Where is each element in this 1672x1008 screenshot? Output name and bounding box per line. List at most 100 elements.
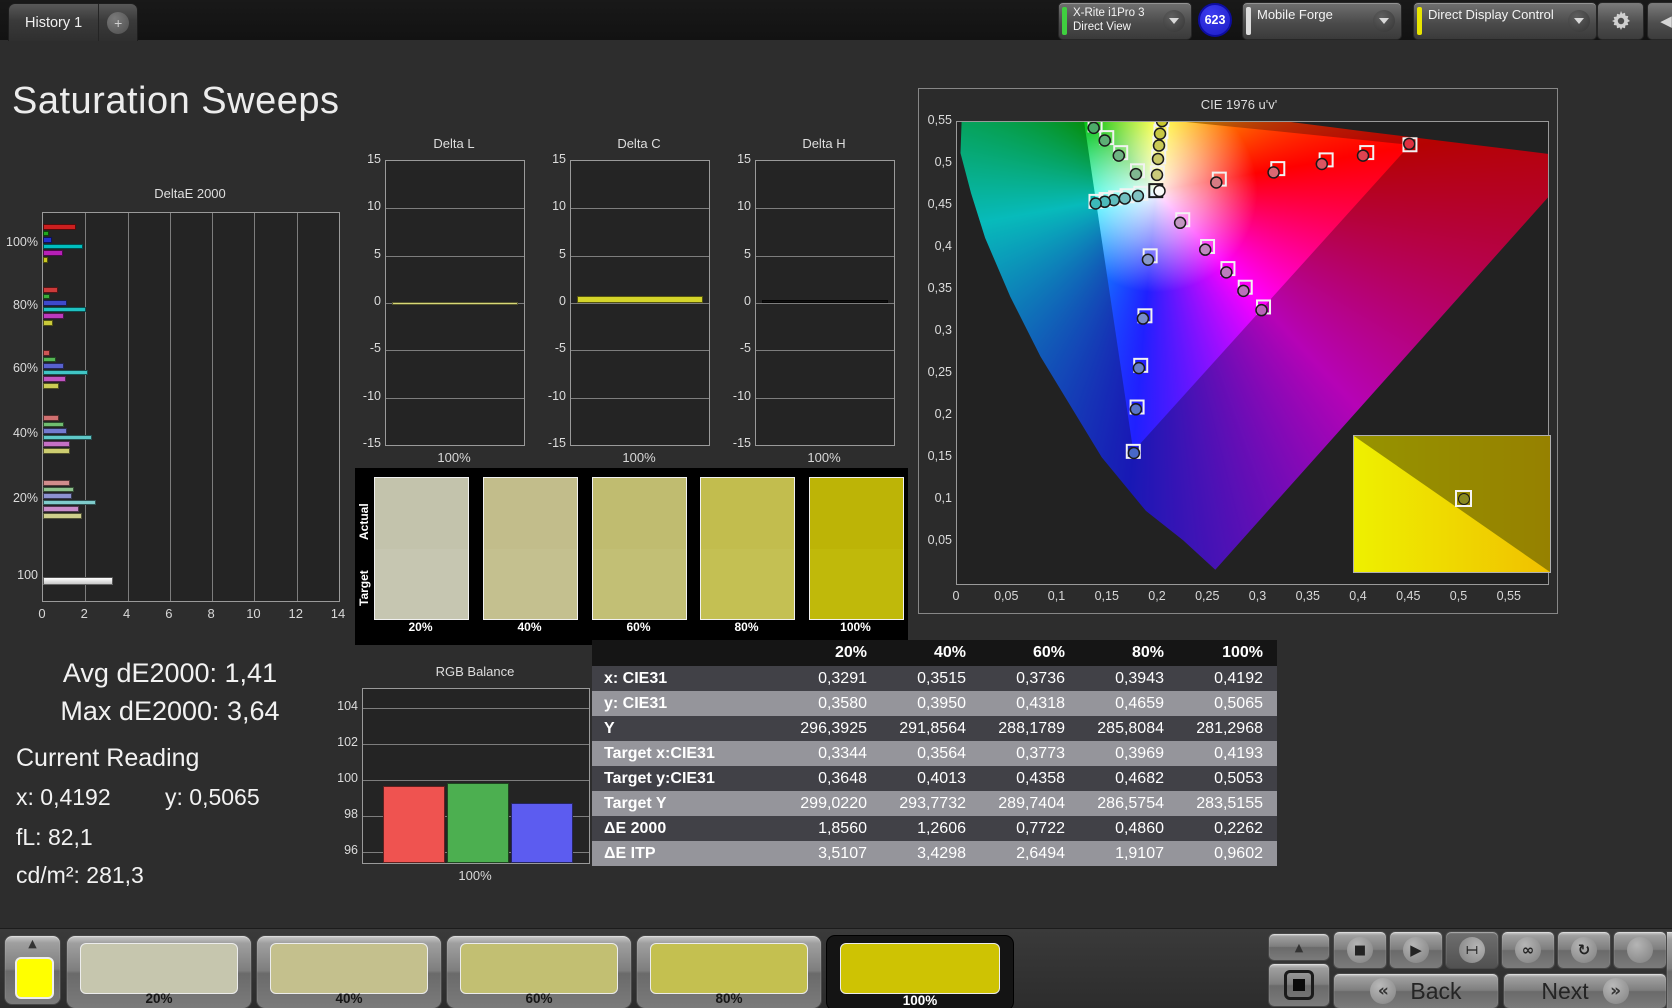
gridline: [571, 303, 709, 304]
next-button[interactable]: Next »: [1503, 973, 1667, 1008]
reading-count-badge[interactable]: 623: [1198, 3, 1232, 37]
cie-y-tick: 0,4: [934, 239, 952, 253]
delta-chart-plot: [385, 160, 525, 446]
deltae-x-tick: 8: [207, 606, 215, 621]
swatch-label: 20%: [408, 620, 433, 634]
refresh-icon: ↻: [1571, 937, 1597, 963]
row-value: 0,4682: [1115, 770, 1164, 787]
deltae-bar-yellow: [43, 257, 48, 263]
record-button[interactable]: [1613, 931, 1667, 969]
deltae-bar-green: [43, 230, 49, 237]
target-swatch: [810, 549, 903, 619]
cie-measured-point: [1255, 303, 1268, 317]
back-button[interactable]: « Back: [1333, 973, 1499, 1008]
cie-measured-point: [1112, 149, 1126, 162]
loop-button[interactable]: ∞: [1501, 931, 1555, 969]
pattern-window-button[interactable]: [1268, 963, 1330, 1007]
stop-button[interactable]: ■: [1333, 931, 1387, 969]
app-window: History 1 + X-Rite i1Pro 3 Direct View 6…: [0, 0, 1672, 1008]
deltae-x-tick: 2: [80, 606, 88, 621]
deltae-bar-magenta: [43, 376, 67, 382]
table-row: x: CIE31 0,3291 0,3515 0,3736 0,3943 0,4192: [592, 666, 1277, 691]
pattern-button[interactable]: ⌶: [1445, 931, 1499, 969]
rgb-y-tick: 96: [344, 843, 358, 857]
rgb-y-tick: 102: [337, 735, 358, 749]
patch-button-20%[interactable]: 20%: [66, 935, 252, 1008]
display-control-dropdown[interactable]: Direct Display Control: [1413, 2, 1597, 40]
rgb-balance-title: RGB Balance: [435, 664, 515, 679]
collapse-panel-button[interactable]: ◀: [1647, 2, 1672, 40]
row-value: 1,2606: [917, 820, 966, 837]
delta-value-bar: [392, 302, 518, 306]
cie-x-tick: 0,25: [1195, 589, 1220, 603]
cie-y-tick: 0,1: [934, 491, 952, 505]
gridline: [756, 208, 894, 210]
delta-y-tick: -10: [732, 388, 751, 403]
actual-swatch: [484, 478, 577, 549]
row-label: Y: [604, 720, 615, 737]
cie-chart-title: CIE 1976 u'v': [1200, 97, 1278, 112]
row-value: 0,3291: [818, 670, 867, 687]
plus-icon: +: [107, 11, 130, 34]
bottom-control-bar: ▲ 20% 40% 60% 80% 100% ▲ ■ ▶ ⌶ ∞ ↻ « Back Next »: [0, 928, 1672, 1008]
row-value: 299,0220: [800, 795, 867, 812]
row-label: y: CIE31: [604, 695, 668, 712]
target-swatch: [701, 549, 794, 619]
cie-measured-point: [1129, 167, 1143, 181]
gridline: [386, 350, 524, 352]
add-tab-button[interactable]: +: [99, 11, 137, 34]
deltae-bar-red: [43, 224, 76, 230]
rgb-x-label: 100%: [458, 868, 492, 883]
table-row: y: CIE31 0,3580 0,3950 0,4318 0,4659 0,5065: [592, 691, 1277, 716]
play-button[interactable]: ▶: [1389, 931, 1443, 969]
delta-y-tick: 15: [367, 152, 381, 166]
patch-button-80%[interactable]: 80%: [636, 935, 822, 1008]
patch-button-60%[interactable]: 60%: [446, 935, 632, 1008]
patch-button-40%[interactable]: 40%: [256, 935, 442, 1008]
gridline: [571, 208, 709, 210]
rgb-balance-plot: [362, 688, 590, 864]
cie-measured-point: [1267, 166, 1280, 179]
swatch-label: 100%: [840, 620, 871, 634]
page-title: Saturation Sweeps: [12, 80, 340, 122]
cie-y-tick: 0,05: [927, 533, 952, 547]
table-header-cell: 60%: [1032, 644, 1065, 661]
gridline: [571, 350, 709, 352]
rgb-bar-blue: [511, 803, 573, 863]
current-y-value: y: 0,5065: [165, 784, 260, 810]
gridline: [386, 208, 524, 210]
deltae-bar-red: [43, 287, 59, 293]
active-patch-indicator[interactable]: ▲: [4, 935, 61, 1005]
actual-target-swatch-panel: Actual Target 20% 40% 60% 80% 100%: [355, 468, 908, 645]
cie-diagram-panel: CIE 1976 u'v' 0,05 0,1 0,15 0,2 0,25 0,3 0,35 0…: [918, 88, 1558, 614]
deltae-group-label: 100: [17, 568, 38, 582]
row-value: 0,5053: [1214, 770, 1263, 787]
deltae-group-label: 80%: [12, 298, 38, 312]
source-status-stripe: [1246, 7, 1251, 35]
tab-history-1[interactable]: History 1: [9, 15, 98, 31]
settings-button[interactable]: [1597, 2, 1644, 40]
meter-dropdown[interactable]: X-Rite i1Pro 3 Direct View: [1058, 2, 1192, 40]
deltae-x-tick: 10: [246, 606, 261, 621]
row-label: ΔE ITP: [604, 845, 656, 862]
row-value: 281,2968: [1196, 720, 1263, 737]
gridline: [363, 780, 589, 781]
cie-x-tick: 0,5: [1449, 589, 1468, 603]
chevrons-left-icon: «: [1370, 978, 1397, 1004]
next-button-label: Next: [1541, 977, 1589, 1004]
gridline: [363, 744, 589, 745]
edge-scroll-strip[interactable]: [1666, 931, 1672, 1008]
patch-button-100%[interactable]: 100%: [826, 935, 1014, 1008]
deltae-bar-blue: [43, 363, 64, 369]
actual-row-label: Actual: [357, 503, 371, 541]
deltae-x-tick: 12: [288, 606, 303, 621]
gridline: [212, 213, 214, 601]
source-dropdown[interactable]: Mobile Forge: [1242, 2, 1402, 40]
row-value: 285,8084: [1097, 720, 1164, 737]
delta-y-tick: 10: [552, 199, 566, 214]
refresh-button[interactable]: ↻: [1557, 931, 1611, 969]
cie-measured-point: [1129, 403, 1143, 416]
rgb-bar-green: [447, 783, 509, 863]
patch-color-chip: [840, 943, 1000, 994]
expand-controls-button[interactable]: ▲: [1268, 933, 1330, 961]
